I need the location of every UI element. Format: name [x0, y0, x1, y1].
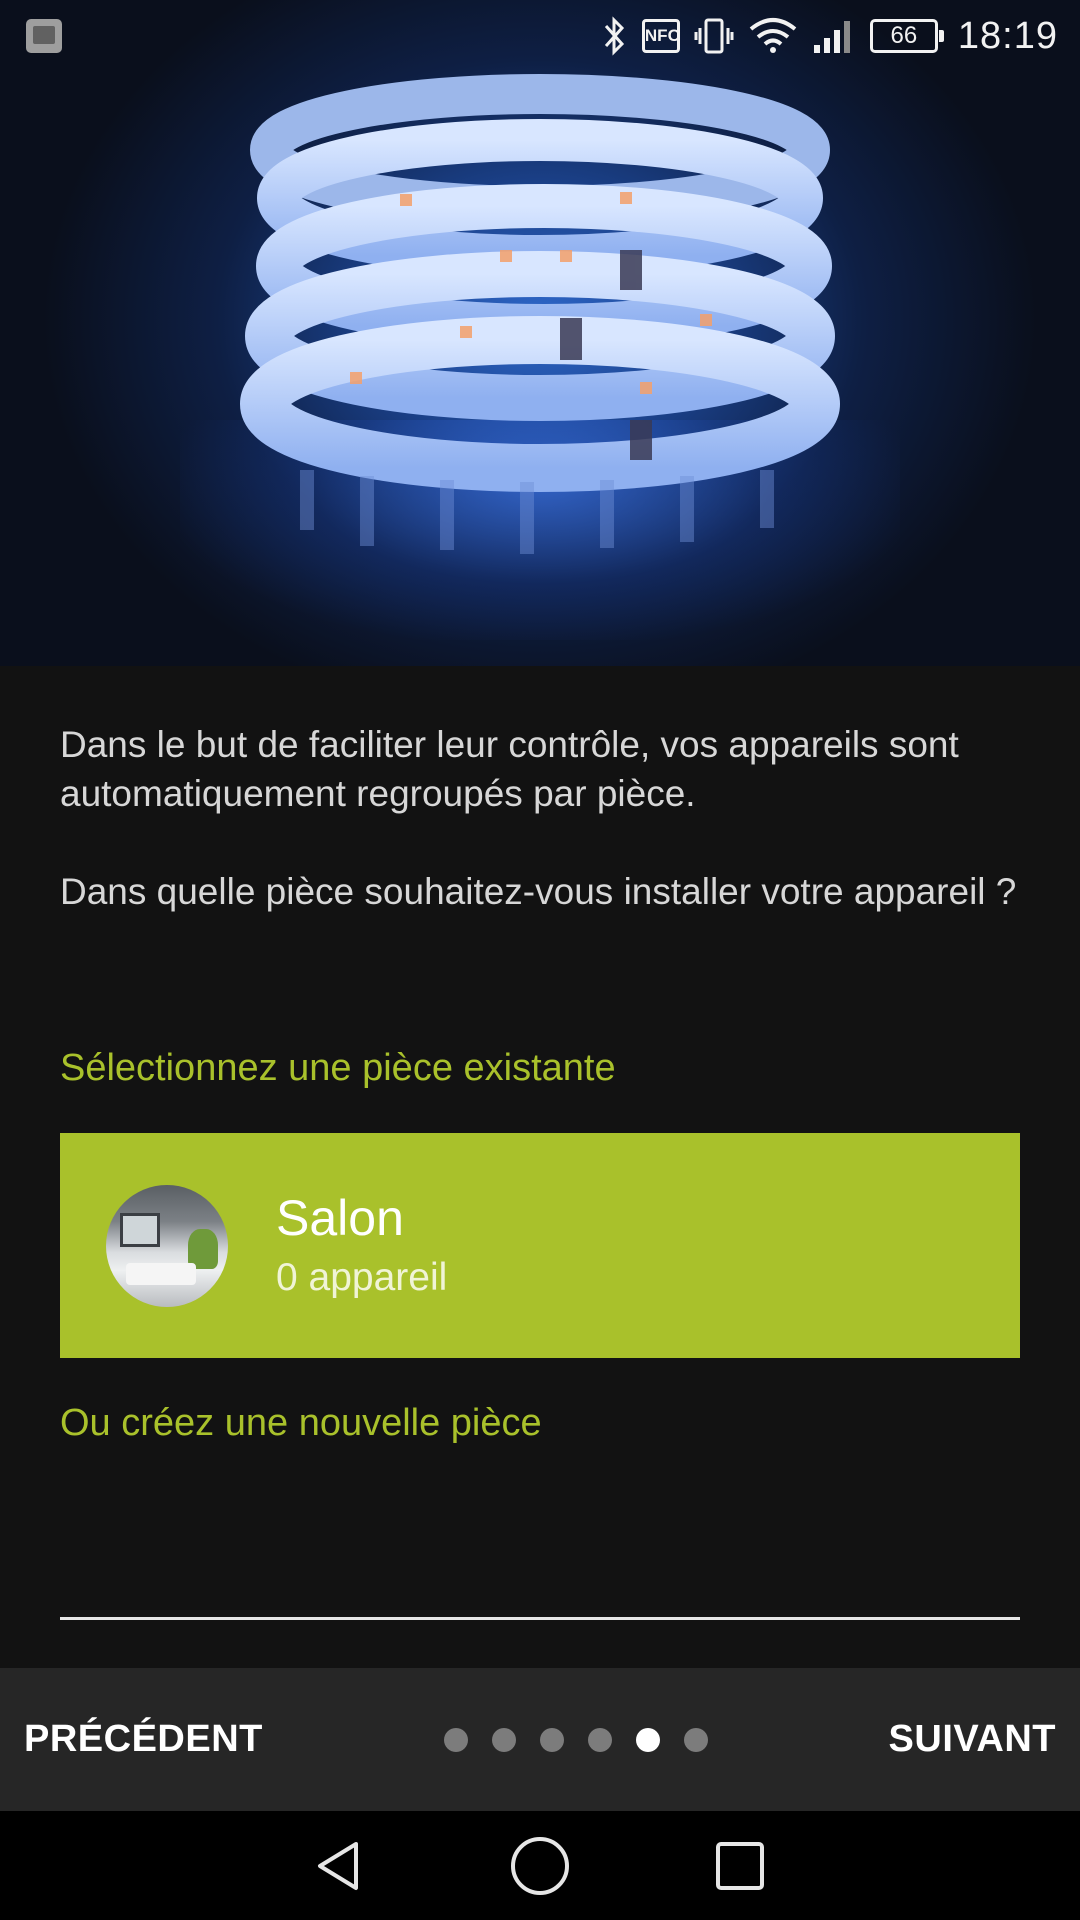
- new-room-input[interactable]: [60, 1560, 1020, 1620]
- new-room-label: Ou créez une nouvelle pièce: [60, 1402, 542, 1444]
- room-avatar: [106, 1184, 228, 1307]
- vibrate-icon: [694, 18, 734, 54]
- room-name: Salon: [276, 1189, 404, 1246]
- wizard-bar: PRÉCÉDENT SUIVANT: [0, 1668, 1080, 1811]
- intro-text: Dans le but de faciliter leur contrôle, …: [60, 720, 1020, 916]
- step-indicator: [443, 1727, 708, 1752]
- intro-paragraph-2: Dans quelle pièce souhaitez-vous install…: [60, 871, 1017, 912]
- led-strip-illustration: [240, 74, 840, 554]
- home-icon[interactable]: [505, 1831, 575, 1901]
- clock: 18:19: [957, 14, 1058, 57]
- gallery-icon: [26, 19, 62, 53]
- step-dot: [539, 1727, 564, 1752]
- previous-button[interactable]: PRÉCÉDENT: [0, 1668, 287, 1811]
- existing-room-label: Sélectionnez une pièce existante: [60, 1047, 616, 1089]
- room-device-count: 0 appareil: [276, 1255, 448, 1299]
- step-dot: [443, 1727, 468, 1752]
- wifi-icon: [749, 18, 797, 53]
- step-dot: [683, 1727, 708, 1752]
- signal-icon: [813, 21, 850, 53]
- bluetooth-icon: [604, 16, 624, 56]
- step-dot-active: [635, 1727, 660, 1752]
- system-nav-bar: [0, 1811, 1080, 1920]
- hero-image: [0, 0, 1080, 666]
- nfc-icon: NFC: [641, 19, 680, 53]
- status-bar: NFC 66 18:19: [0, 0, 1080, 72]
- battery-icon: 66: [869, 19, 944, 53]
- intro-paragraph-1: Dans le but de faciliter leur contrôle, …: [60, 724, 959, 814]
- step-dot: [491, 1727, 516, 1752]
- recents-icon[interactable]: [705, 1831, 775, 1901]
- step-dot: [587, 1727, 612, 1752]
- next-button[interactable]: SUIVANT: [865, 1668, 1080, 1811]
- room-card-salon[interactable]: Salon 0 appareil: [60, 1133, 1020, 1358]
- back-icon[interactable]: [305, 1831, 375, 1901]
